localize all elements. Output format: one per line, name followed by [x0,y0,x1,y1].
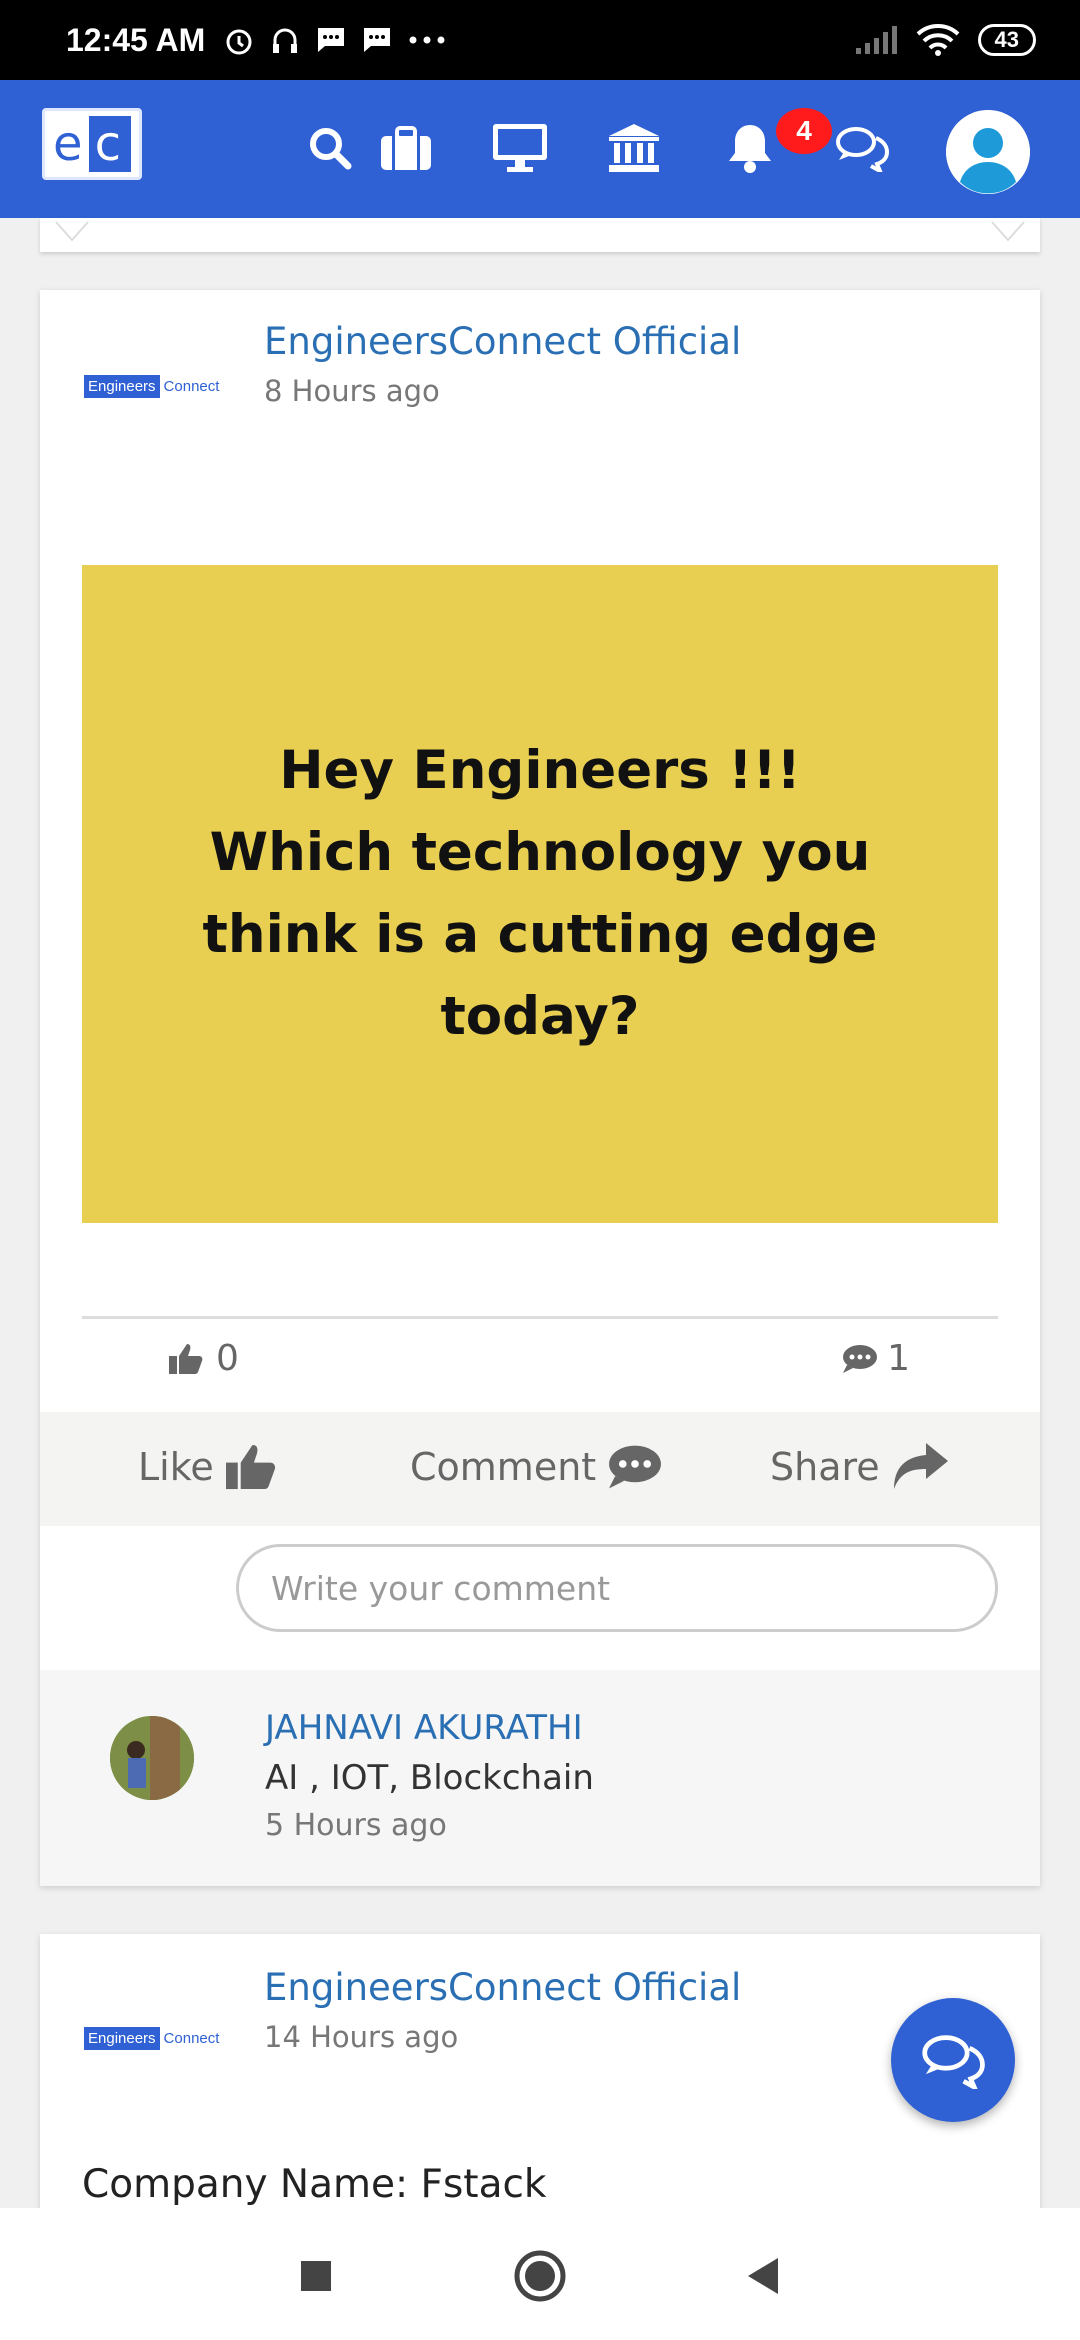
home-button[interactable] [512,2248,568,2304]
post-image-text: Hey Engineers !!! Which technology you t… [202,740,878,1047]
post-body-text: Company Name: Fstack [82,2162,547,2207]
status-bar: 12:45 AM 43 [0,0,1080,80]
thumbs-up-icon [225,1444,275,1490]
divider [82,1316,998,1319]
back-button[interactable] [736,2248,792,2304]
app-logo[interactable]: ec [42,108,142,180]
message-icon [364,28,391,52]
profile-avatar[interactable] [946,110,1030,194]
post-author[interactable]: EngineersConnect Official [264,1966,741,2009]
status-time: 12:45 AM [66,21,206,58]
engineersconnect-logo[interactable]: Engineers Connect [84,374,219,398]
signal-icon [855,26,897,54]
like-count: 0 [168,1338,239,1379]
share-button[interactable]: Share [770,1432,950,1502]
headset-icon [273,28,298,53]
wifi-icon [916,24,959,56]
chat-icon[interactable] [830,116,894,180]
comment-input[interactable]: Write your comment [236,1544,998,1632]
thumbs-up-icon [169,1343,203,1374]
comment-bubble-icon [843,1344,878,1373]
notification-badge: 4 [776,108,832,154]
share-arrow-icon [893,1443,948,1489]
briefcase-icon[interactable] [374,116,438,180]
comment-bubble-icon [609,1445,662,1489]
post-image[interactable]: Hey Engineers !!! Which technology you t… [82,565,998,1223]
commenter-avatar[interactable] [110,1716,194,1800]
app-header: ec [0,80,1080,218]
chat-icon [922,2035,985,2089]
post-author[interactable]: EngineersConnect Official [264,320,741,363]
comment-button[interactable]: Comment [410,1432,664,1502]
search-icon[interactable] [298,116,362,180]
comment-text: AI , IOT, Blockchain [265,1758,594,1798]
bank-icon[interactable] [602,116,666,180]
engineersconnect-logo[interactable]: Engineers Connect [84,2026,219,2050]
comment-count: 1 [841,1338,910,1379]
monitor-icon[interactable] [488,116,552,180]
post-time: 8 Hours ago [264,374,440,408]
message-icon [318,28,345,52]
comment-time: 5 Hours ago [265,1808,447,1843]
battery-indicator: 43 [977,24,1036,56]
system-navigation-bar [0,2208,1080,2340]
post-time: 14 Hours ago [264,2020,459,2054]
recents-button[interactable] [288,2248,344,2304]
bell-icon[interactable] [718,116,782,180]
more-icon [409,36,445,44]
comment-list: JAHNAVI AKURATHI AI , IOT, Blockchain 5 … [40,1670,1040,1886]
like-button[interactable]: Like [138,1432,278,1502]
post-card: Engineers Connect EngineersConnect Offici… [40,290,1040,1886]
previous-post-card [40,218,1040,252]
chat-fab-button[interactable] [891,1998,1015,2122]
post-action-bar: Like Comment Share [40,1412,1040,1526]
status-notification-icons [223,24,447,56]
commenter-name[interactable]: JAHNAVI AKURATHI [265,1708,583,1748]
alarm-icon [226,29,252,55]
